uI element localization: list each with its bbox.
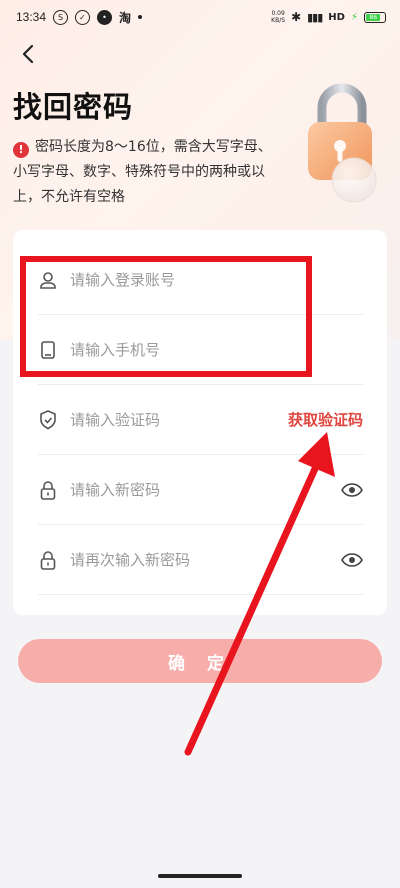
lock-icon: [38, 480, 58, 500]
annotation-highlight-box: [20, 256, 312, 377]
eye-icon[interactable]: [341, 482, 363, 497]
chat-notification-icon: •: [97, 9, 113, 25]
charging-icon: ⚡: [350, 11, 358, 23]
back-button[interactable]: [16, 40, 40, 68]
confirm-password-input[interactable]: 请再次输入新密码: [70, 549, 341, 570]
more-notifications-dot: [138, 15, 143, 19]
password-hint-text: 密码长度为8～16位，需含大写字母、小写字母、数字、特殊符号中的两种或以上，不允…: [13, 139, 272, 205]
get-verification-code-button[interactable]: 获取验证码: [288, 409, 363, 430]
warning-icon: !: [13, 142, 29, 158]
home-indicator: [158, 874, 242, 878]
status-time: 13:34: [16, 10, 47, 24]
new-password-input[interactable]: 请输入新密码: [70, 479, 341, 500]
network-speed: 0.09 KB/S: [271, 10, 286, 24]
page-title: 找回密码: [13, 90, 134, 124]
lock-icon: [38, 550, 58, 570]
password-hint: ! 密码长度为8～16位，需含大写字母、小写字母、数字、特殊符号中的两种或以上，不…: [13, 135, 283, 210]
taobao-notification-icon: 淘: [119, 10, 132, 25]
verification-code-row[interactable]: 请输入验证码 获取验证码: [38, 385, 363, 455]
new-password-row[interactable]: 请输入新密码: [38, 455, 363, 525]
shield-icon: [38, 409, 58, 430]
status-bar: 13:34 S ✓ • 淘 0.09 KB/S ✱ ▮▮▮ HD ⚡ 86: [0, 0, 400, 34]
check-notification-icon: ✓: [75, 9, 91, 25]
verification-code-input[interactable]: 请输入验证码: [70, 409, 288, 430]
confirm-password-row[interactable]: 请再次输入新密码: [38, 525, 363, 595]
confirm-button[interactable]: 确 定: [18, 639, 382, 683]
app-notification-icon: S: [53, 9, 69, 25]
battery-icon: 86: [364, 11, 386, 23]
signal-icon: ▮▮▮: [307, 10, 323, 24]
lock-illustration: [308, 83, 377, 203]
network-type: HD: [328, 11, 345, 23]
bluetooth-icon: ✱: [291, 10, 302, 24]
chevron-left-icon: [22, 44, 34, 64]
eye-icon[interactable]: [341, 552, 363, 567]
